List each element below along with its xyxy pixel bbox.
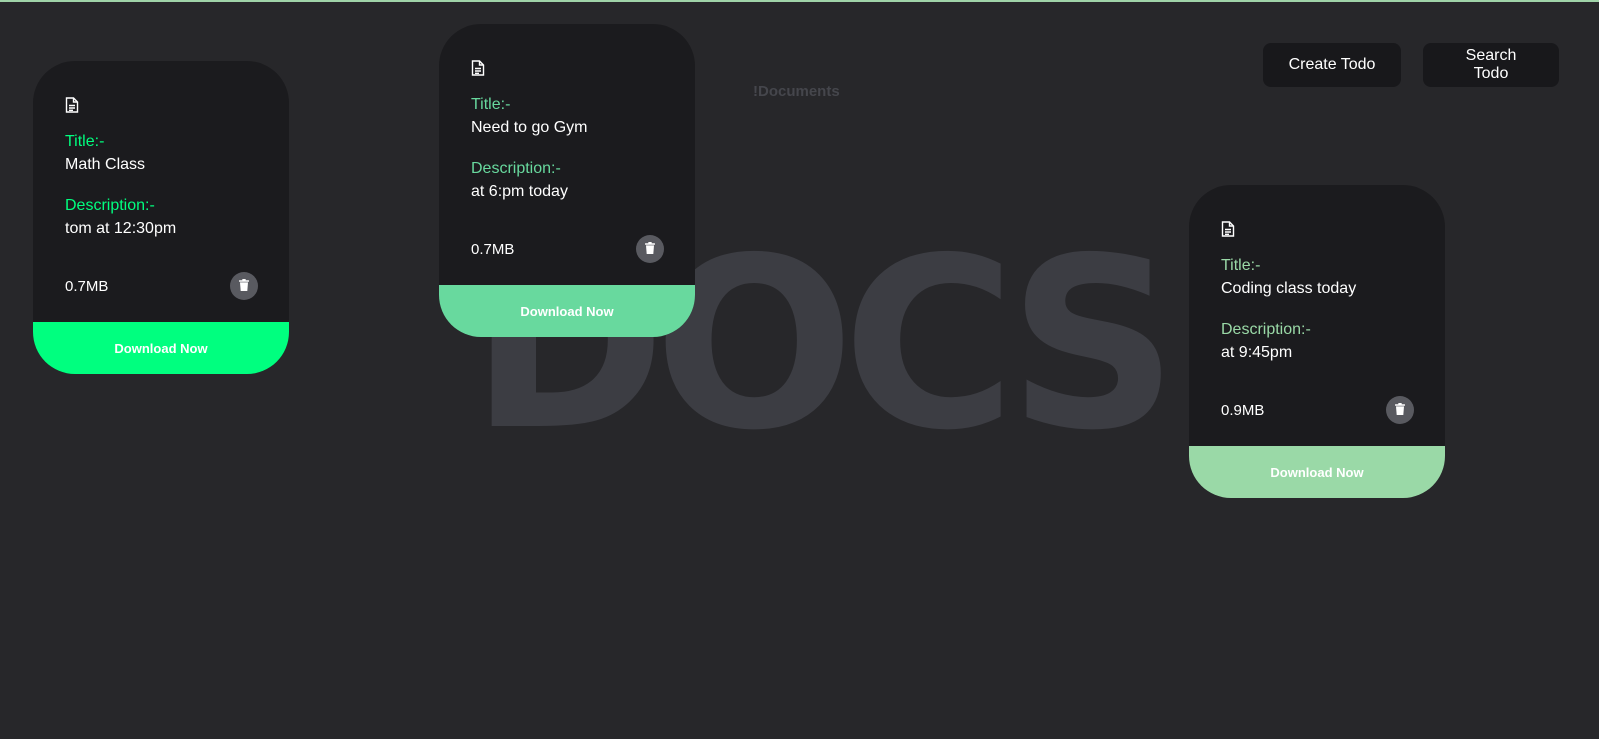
trash-icon: [1395, 402, 1405, 418]
create-todo-button[interactable]: Create Todo: [1263, 43, 1401, 87]
file-size: 0.7MB: [471, 240, 515, 258]
search-todo-button[interactable]: Search Todo: [1423, 43, 1559, 87]
download-now-button[interactable]: Download Now: [33, 322, 289, 374]
delete-button[interactable]: [636, 235, 664, 263]
card-meta: 0.9MB: [1221, 396, 1414, 424]
card-meta: 0.7MB: [65, 272, 258, 300]
document-icon: [65, 97, 258, 113]
file-size: 0.9MB: [1221, 401, 1265, 419]
document-icon: [1221, 221, 1414, 237]
documents-subtitle: !Documents: [753, 83, 840, 100]
card-title: Coding class today: [1221, 280, 1357, 297]
description-label: Description:-: [1221, 321, 1311, 338]
description-label: Description:-: [65, 197, 155, 214]
title-label: Title:-: [1221, 257, 1261, 274]
document-icon: [471, 60, 664, 76]
file-size: 0.7MB: [65, 277, 109, 295]
trash-icon: [239, 278, 249, 294]
delete-button[interactable]: [1386, 396, 1414, 424]
todo-card[interactable]: Title:- Need to go Gym Description:- at …: [439, 24, 695, 337]
card-meta: 0.7MB: [471, 235, 664, 263]
download-now-button[interactable]: Download Now: [1189, 446, 1445, 498]
card-title: Math Class: [65, 156, 146, 173]
card-description: at 9:45pm: [1221, 344, 1293, 361]
delete-button[interactable]: [230, 272, 258, 300]
title-label: Title:-: [65, 133, 105, 150]
title-label: Title:-: [471, 96, 511, 113]
card-description: tom at 12:30pm: [65, 220, 177, 237]
trash-icon: [645, 241, 655, 257]
description-label: Description:-: [471, 160, 561, 177]
todo-card[interactable]: Title:- Coding class today Description:-…: [1189, 185, 1445, 498]
card-title: Need to go Gym: [471, 119, 588, 136]
top-actions: Create Todo Search Todo: [1263, 43, 1559, 87]
todo-card[interactable]: Title:- Math Class Description:- tom at …: [33, 61, 289, 374]
download-now-button[interactable]: Download Now: [439, 285, 695, 337]
card-description: at 6:pm today: [471, 183, 568, 200]
